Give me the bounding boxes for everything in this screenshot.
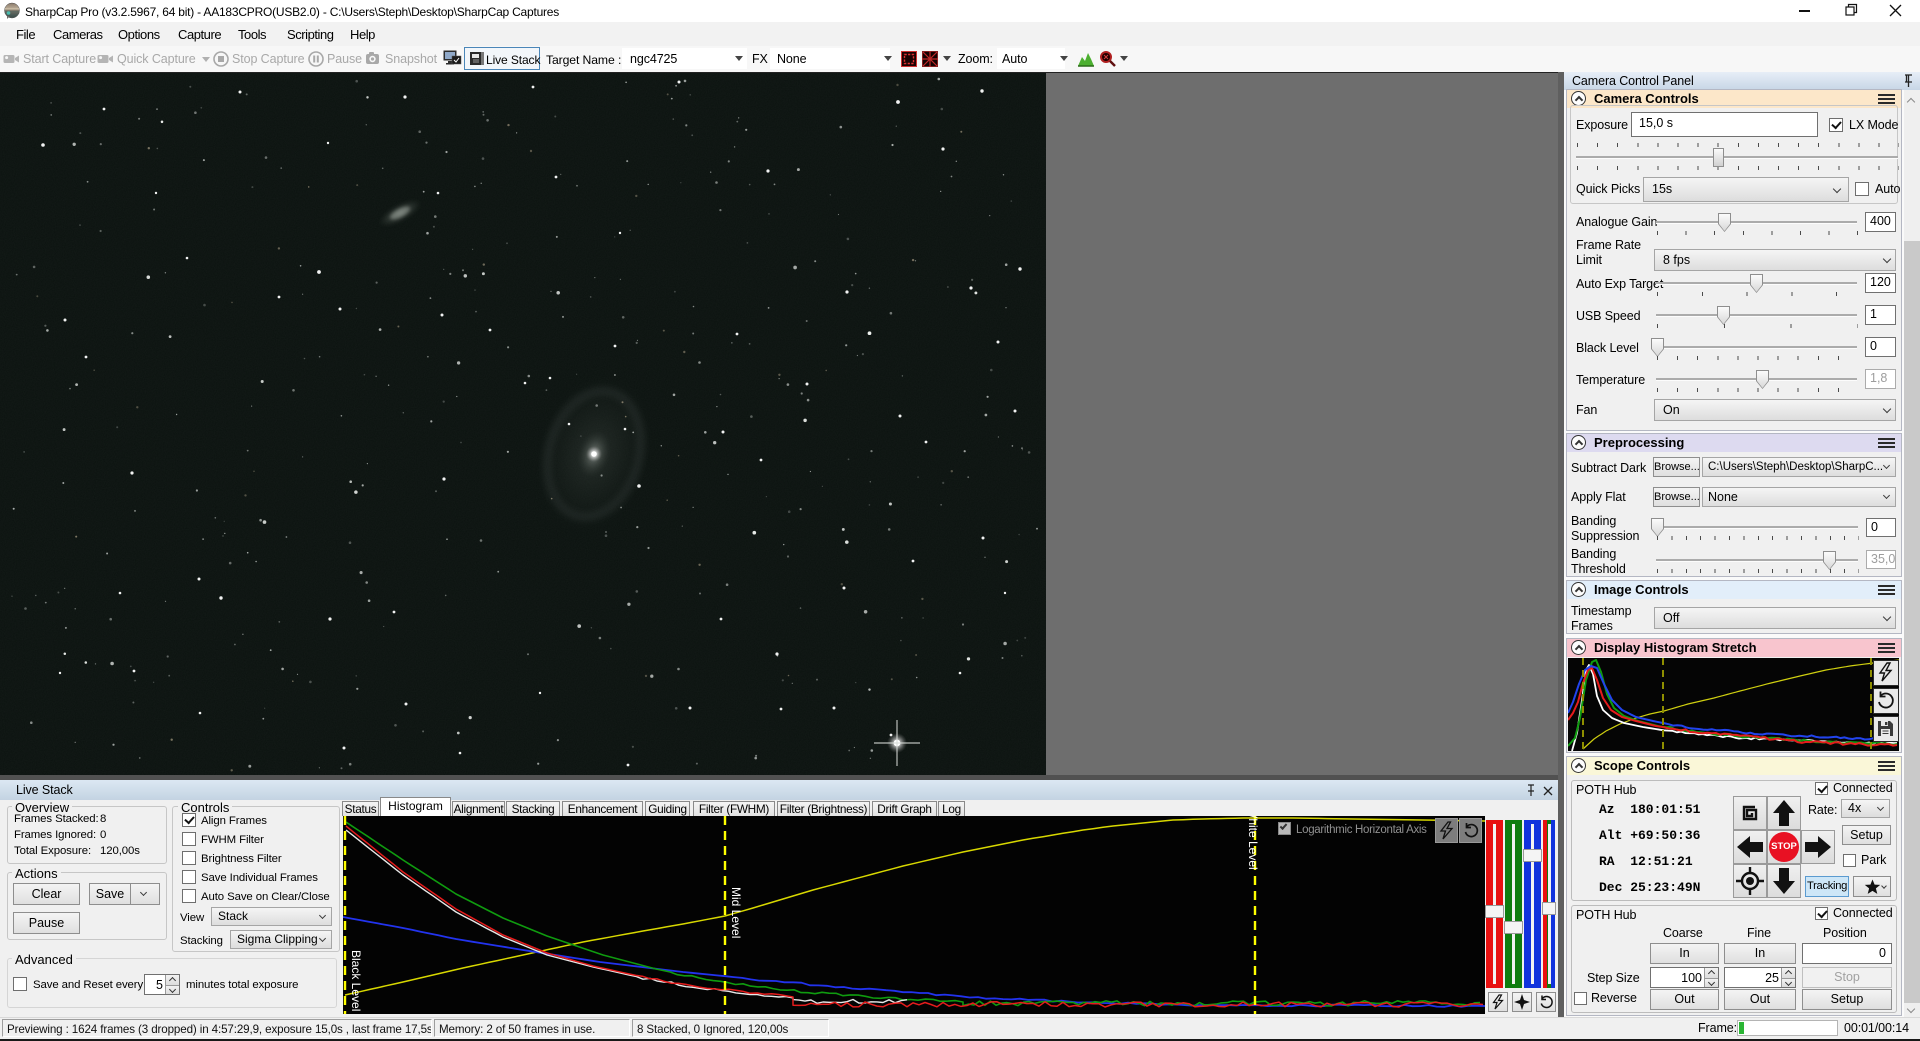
svg-text:Black Level: Black Level <box>349 950 363 1011</box>
svg-text:White Level: White Level <box>1246 816 1260 870</box>
svg-text:Mid Level: Mid Level <box>729 887 743 938</box>
